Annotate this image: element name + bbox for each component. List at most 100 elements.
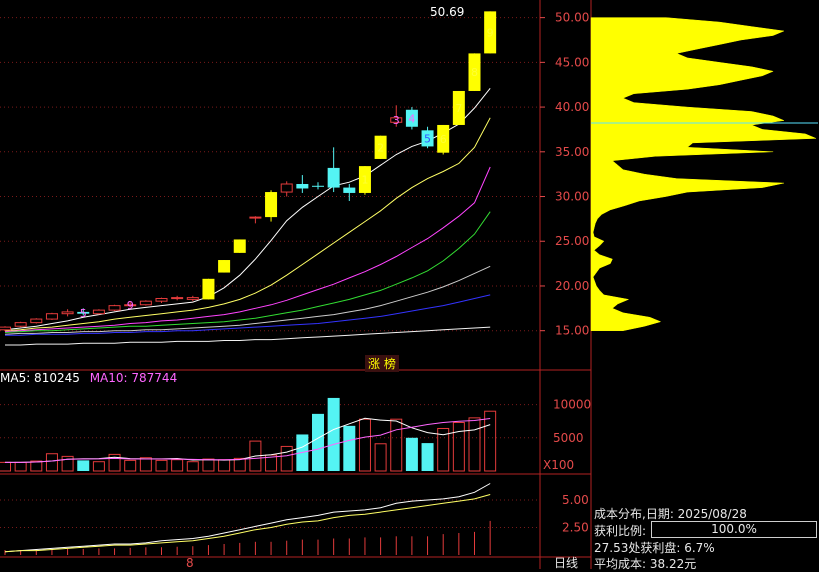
- volume-ma5-legend: MA5: 810245: [0, 371, 80, 385]
- candle[interactable]: [61, 309, 74, 317]
- volume-bar[interactable]: [92, 461, 105, 472]
- candle-body: [218, 260, 231, 273]
- candle-body: [155, 297, 168, 302]
- candle[interactable]: [202, 278, 215, 300]
- volume-bar[interactable]: [14, 461, 27, 472]
- candle-label: 9: [127, 299, 134, 312]
- volume-bar[interactable]: [171, 459, 184, 472]
- volume-bar[interactable]: [155, 459, 168, 472]
- candle-label: 3: [393, 114, 400, 127]
- volume-bar[interactable]: [45, 453, 58, 472]
- candle[interactable]: [343, 184, 356, 201]
- price-tick-label: 45.00: [555, 55, 589, 69]
- volume-bar[interactable]: [405, 437, 418, 471]
- candle[interactable]: [45, 312, 58, 320]
- volume-bar[interactable]: [484, 410, 497, 472]
- candle[interactable]: [92, 309, 105, 315]
- volume-bar[interactable]: [124, 459, 137, 472]
- candle[interactable]: [233, 239, 246, 253]
- volume-bar[interactable]: [312, 413, 324, 471]
- price-tick-label: 25.00: [555, 234, 589, 248]
- candle-body: [14, 322, 27, 327]
- candle[interactable]: [296, 175, 309, 193]
- candle-label: 9: [487, 26, 494, 39]
- candle[interactable]: [171, 295, 184, 301]
- candle[interactable]: [139, 300, 152, 306]
- candle-label: 1: [361, 174, 368, 187]
- candle-body: [61, 311, 74, 315]
- candle[interactable]: [108, 304, 121, 312]
- volume-tick-label: 5000: [553, 431, 584, 445]
- candle-body: [312, 185, 324, 187]
- price-tick-label: 40.00: [555, 100, 589, 114]
- candle[interactable]: [218, 260, 231, 273]
- cost-distribution-profile[interactable]: [590, 17, 817, 331]
- ratio-value-box: 100.0%: [651, 521, 817, 538]
- candle-body: [343, 187, 356, 193]
- candle[interactable]: [30, 318, 43, 324]
- candle-label: 8: [471, 66, 478, 79]
- volume-bar[interactable]: [218, 459, 231, 472]
- indicator-slow-line: [4, 494, 491, 553]
- candle-body: [186, 297, 199, 300]
- axis-ticks: 50.00 45.00 40.00 35.00 30.00 25.00 20.00 15.00…: [540, 11, 591, 535]
- candle[interactable]: [265, 190, 278, 222]
- volume-bar[interactable]: [358, 418, 371, 472]
- indicator-tick-label: 2.50: [562, 521, 589, 535]
- candle[interactable]: [327, 147, 340, 193]
- volume-bar[interactable]: [421, 443, 434, 471]
- candle-body: [280, 183, 293, 193]
- price-tick-label: 30.00: [555, 190, 589, 204]
- candle[interactable]: [280, 181, 293, 197]
- candle[interactable]: [0, 326, 11, 331]
- candle-label: 6: [440, 133, 447, 146]
- volume-bar[interactable]: [233, 457, 246, 472]
- indicator-fast-line: [4, 483, 491, 553]
- volume-bar[interactable]: [468, 417, 481, 472]
- volume-bar[interactable]: [390, 418, 403, 472]
- candlesticks[interactable]: [0, 11, 497, 331]
- candle-body: [171, 297, 184, 300]
- price-tick-label: 15.00: [555, 324, 589, 338]
- volume-tick-label: 10000: [553, 398, 591, 412]
- indicator-tick-label: 5.00: [562, 493, 589, 507]
- candle-body: [0, 326, 11, 331]
- volume-bar[interactable]: [202, 458, 215, 472]
- volume-bar[interactable]: [452, 422, 465, 472]
- candle-body: [139, 300, 152, 306]
- price-tick-label: 50.00: [555, 11, 589, 25]
- volume-bar[interactable]: [343, 425, 356, 471]
- candle-body: [108, 305, 121, 311]
- candle-body: [30, 318, 43, 324]
- ratio-label: 获利比例:: [594, 524, 647, 538]
- month-label: 8: [186, 556, 194, 569]
- volume-bars[interactable]: [0, 397, 497, 472]
- candle-body: [265, 192, 278, 218]
- volume-bar[interactable]: [280, 445, 293, 472]
- volume-bar[interactable]: [77, 460, 90, 471]
- candle[interactable]: [14, 321, 27, 328]
- volume-bar[interactable]: [61, 455, 74, 472]
- cost-title: 成本分布,日期: 2025/08/28: [594, 507, 747, 521]
- cost-distribution[interactable]: [590, 17, 818, 331]
- stock-chart[interactable]: 59123 45 6789 50.0045.0040.0035.0030.0025.…: [0, 0, 819, 569]
- volume-bar[interactable]: [139, 457, 152, 472]
- candle[interactable]: [249, 216, 262, 224]
- period-label[interactable]: 日线: [554, 556, 578, 569]
- volume-bar[interactable]: [374, 443, 387, 472]
- candle[interactable]: [155, 297, 168, 303]
- price-tick-label: 20.00: [555, 279, 589, 293]
- volume-bar[interactable]: [0, 461, 11, 472]
- ma-line-ma30: [4, 211, 491, 333]
- indicator-series: [4, 483, 491, 555]
- candle[interactable]: [312, 182, 324, 190]
- ma-line-ma10: [4, 117, 491, 332]
- ma-line-ma250: [5, 326, 491, 346]
- volume-bar[interactable]: [327, 397, 340, 471]
- price-tick-label: 35.00: [555, 145, 589, 159]
- average-cost: 平均成本: 38.22元: [594, 557, 697, 571]
- volume-bar[interactable]: [186, 461, 199, 472]
- moving-average-lines: [4, 87, 491, 346]
- limit-up-tag: 涨 榜: [365, 355, 399, 372]
- volume-ma10-legend: MA10: 787744: [89, 371, 178, 385]
